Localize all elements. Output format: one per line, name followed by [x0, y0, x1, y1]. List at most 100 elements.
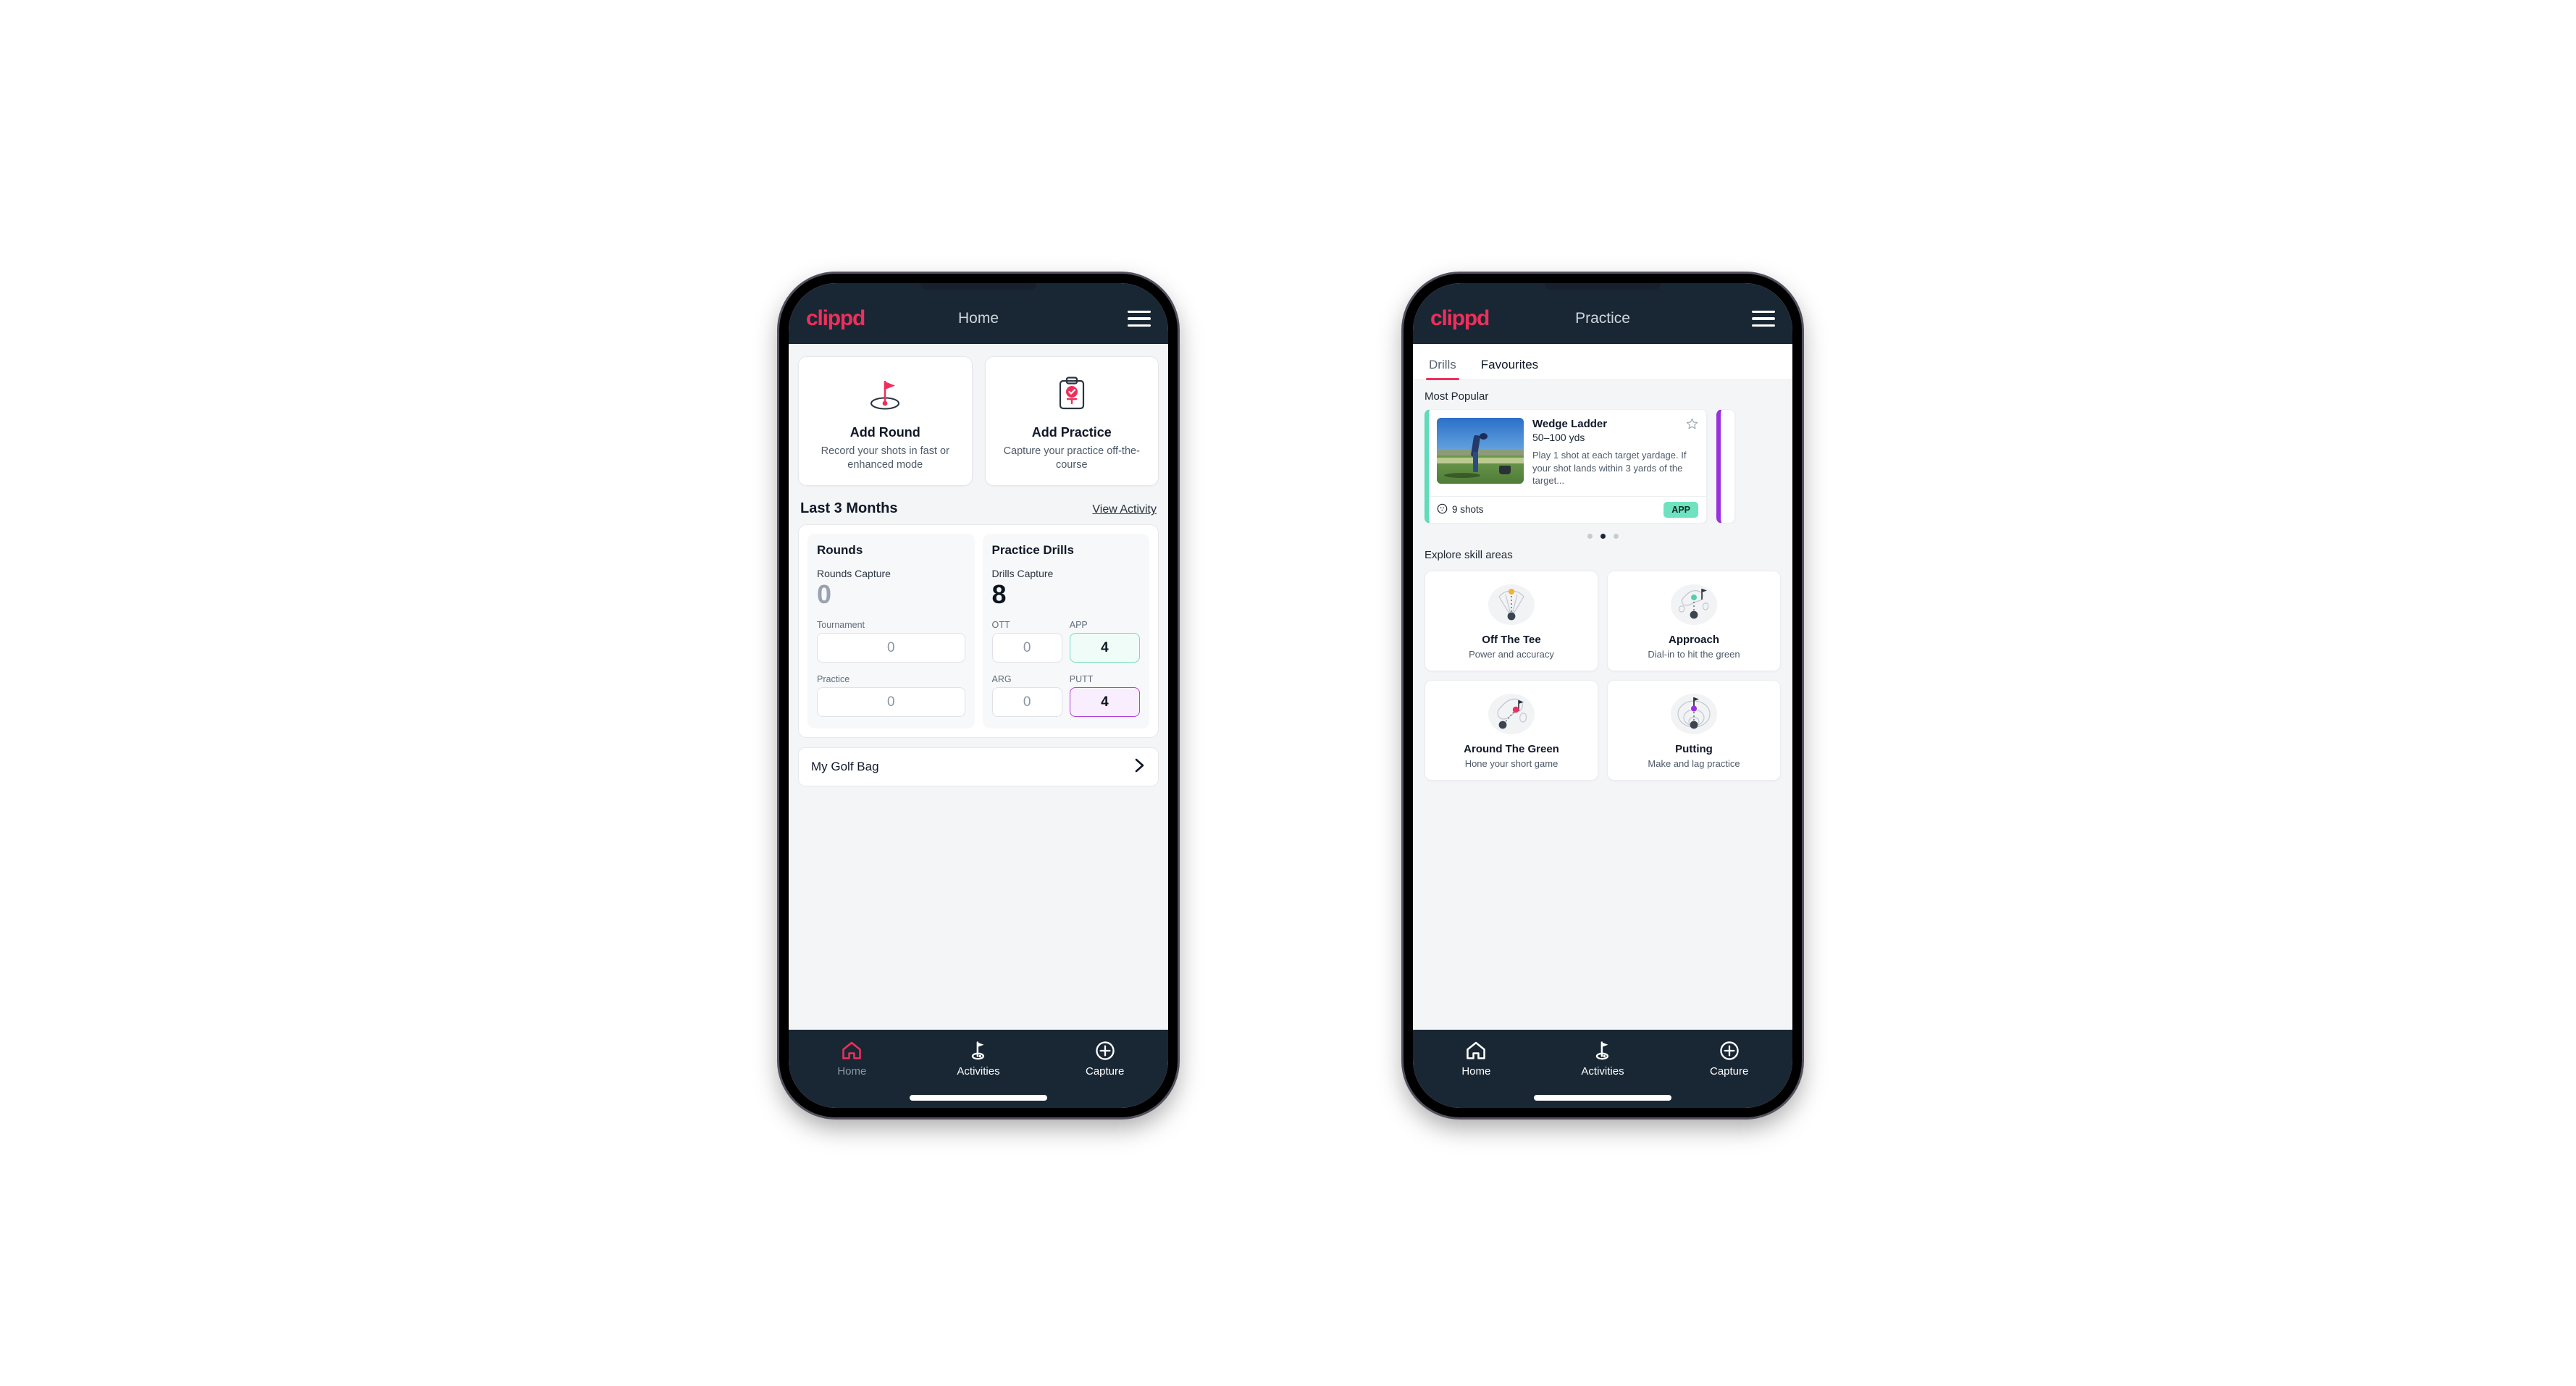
practice-drills-title: Practice Drills — [991, 543, 1074, 558]
clipboard-check-icon — [993, 371, 1151, 416]
home-indicator-bar — [910, 1095, 1047, 1101]
skill-card-around-the-green[interactable]: Around The Green Hone your short game — [1425, 679, 1598, 781]
skill-subtitle-off-the-tee: Power and accuracy — [1469, 648, 1554, 660]
putt-field: PUTT 4 — [1069, 674, 1140, 718]
home-indicator-bar — [1534, 1095, 1671, 1101]
drill-card-next-peek[interactable] — [1716, 409, 1735, 524]
practice-content: Most Popular Wedge Ladder 50–100 yds Pla… — [1413, 380, 1792, 1030]
add-practice-subtitle: Capture your practice off-the-course — [1003, 445, 1140, 471]
tab-favourites[interactable]: Favourites — [1478, 358, 1541, 379]
app-value[interactable]: 4 — [1069, 633, 1140, 663]
my-golf-bag-row[interactable]: My Golf Bag — [798, 747, 1159, 787]
drill-card-footer: 9 shots APP — [1429, 495, 1706, 523]
phone-device-home: clippd Home Add Round Record your shots … — [779, 274, 1178, 1117]
carousel-dot[interactable] — [1613, 533, 1619, 539]
home-content: Add Round Record your shots in fast or e… — [789, 344, 1168, 1030]
view-activity-link[interactable]: View Activity — [1092, 503, 1157, 516]
add-round-subtitle: Record your shots in fast or enhanced mo… — [821, 445, 949, 471]
hamburger-icon[interactable] — [1752, 311, 1775, 327]
drill-card-wedge-ladder[interactable]: Wedge Ladder 50–100 yds Play 1 shot at e… — [1425, 409, 1707, 524]
add-round-card[interactable]: Add Round Record your shots in fast or e… — [798, 356, 973, 487]
putting-rings-icon — [1614, 690, 1774, 738]
explore-skill-areas-heading: Explore skill areas — [1425, 548, 1513, 561]
practice-screen: clippd Practice Drills Favourites Most P… — [1413, 283, 1792, 1108]
drill-description: Play 1 shot at each target yardage. If y… — [1532, 450, 1687, 487]
ott-app-field-row: OTT 0 APP 4 — [991, 620, 1140, 663]
practice-drills-stat-column: Practice Drills Drills Capture 8 OTT 0 A… — [982, 534, 1149, 729]
chevron-right-icon — [1134, 757, 1146, 777]
plus-circle-icon — [1719, 1040, 1740, 1062]
skill-card-putting[interactable]: Putting Make and lag practice — [1607, 679, 1781, 781]
home-icon — [1465, 1040, 1487, 1062]
skill-title-around-the-green: Around The Green — [1464, 742, 1559, 755]
my-golf-bag-label: My Golf Bag — [811, 760, 879, 774]
rounds-capture-value: 0 — [817, 579, 832, 610]
tee-shot-fan-icon — [1431, 581, 1592, 629]
carousel-dot[interactable] — [1587, 533, 1593, 539]
carousel-pagination-dots[interactable] — [1413, 524, 1792, 539]
section-heading: Last 3 Months — [800, 500, 898, 517]
drill-carousel[interactable]: Wedge Ladder 50–100 yds Play 1 shot at e… — [1413, 409, 1792, 524]
nav-item-activities[interactable]: Activities — [1540, 1040, 1666, 1078]
stats-panel: Rounds Rounds Capture 0 Tournament 0 Pra… — [798, 524, 1159, 739]
practice-app-header: clippd Practice — [1413, 283, 1792, 344]
carousel-dot-active[interactable] — [1600, 533, 1606, 539]
practice-value[interactable]: 0 — [817, 687, 965, 718]
practice-label: Practice — [817, 674, 850, 685]
home-bottom-nav: Home Activities Capture — [789, 1030, 1168, 1108]
putt-value[interactable]: 4 — [1069, 687, 1140, 718]
nav-label-capture: Capture — [1085, 1065, 1125, 1078]
tab-drills[interactable]: Drills — [1426, 358, 1459, 380]
tournament-label: Tournament — [817, 620, 865, 631]
around-the-green-icon — [1431, 690, 1592, 738]
ott-value[interactable]: 0 — [991, 633, 1062, 663]
device-notch — [1545, 283, 1661, 290]
nav-label-home: Home — [1461, 1065, 1491, 1078]
arg-value[interactable]: 0 — [991, 687, 1062, 718]
nav-label-activities: Activities — [957, 1065, 1000, 1078]
golf-ball-icon — [1437, 503, 1448, 516]
skill-card-approach[interactable]: Approach Dial-in to hit the green — [1607, 570, 1781, 671]
hamburger-icon[interactable] — [1128, 311, 1151, 327]
home-icon — [841, 1040, 863, 1062]
nav-label-home: Home — [837, 1065, 867, 1078]
app-field: APP 4 — [1069, 620, 1140, 663]
golf-flag-hole-icon — [806, 371, 965, 416]
skill-areas-grid: Off The Tee Power and accuracy Approach … — [1413, 568, 1792, 781]
phone-device-practice: clippd Practice Drills Favourites Most P… — [1404, 274, 1802, 1117]
nav-item-capture[interactable]: Capture — [1666, 1040, 1792, 1078]
drills-capture-label: Drills Capture — [991, 568, 1054, 580]
last-3-months-header: Last 3 Months View Activity — [789, 486, 1168, 524]
star-outline-icon[interactable] — [1686, 418, 1698, 430]
skill-title-off-the-tee: Off The Tee — [1482, 633, 1541, 646]
arg-field: ARG 0 — [991, 674, 1062, 718]
add-practice-card[interactable]: Add Practice Capture your practice off-t… — [984, 356, 1159, 487]
clippd-logo[interactable]: clippd — [806, 308, 865, 329]
arg-putt-field-row: ARG 0 PUTT 4 — [991, 674, 1140, 718]
device-notch — [920, 283, 1036, 290]
drill-title: Wedge Ladder — [1532, 418, 1608, 430]
drills-capture-value: 8 — [991, 579, 1007, 610]
drill-shots-label: 9 shots — [1452, 504, 1484, 516]
nav-item-home[interactable]: Home — [789, 1040, 915, 1078]
practice-field-row: Practice 0 — [817, 674, 965, 718]
plus-circle-icon — [1094, 1040, 1116, 1062]
skill-card-off-the-tee[interactable]: Off The Tee Power and accuracy — [1425, 570, 1598, 671]
drill-card-body: Wedge Ladder 50–100 yds Play 1 shot at e… — [1429, 410, 1706, 496]
nav-item-activities[interactable]: Activities — [915, 1040, 1042, 1078]
rounds-capture-label: Rounds Capture — [817, 568, 891, 580]
rounds-title: Rounds — [817, 543, 863, 558]
drill-yardage: 50–100 yds — [1532, 432, 1585, 443]
rounds-stat-column: Rounds Rounds Capture 0 Tournament 0 Pra… — [807, 534, 975, 729]
clippd-logo[interactable]: clippd — [1430, 308, 1490, 329]
nav-label-capture: Capture — [1709, 1065, 1749, 1078]
add-practice-title: Add Practice — [1031, 425, 1112, 440]
skill-subtitle-approach: Dial-in to hit the green — [1648, 648, 1740, 660]
nav-item-capture[interactable]: Capture — [1041, 1040, 1168, 1078]
tournament-value[interactable]: 0 — [817, 633, 965, 663]
nav-item-home[interactable]: Home — [1413, 1040, 1540, 1078]
golf-flag-icon — [968, 1040, 989, 1062]
approach-green-icon — [1614, 581, 1774, 629]
most-popular-heading: Most Popular — [1425, 390, 1489, 403]
skill-title-approach: Approach — [1668, 633, 1719, 646]
